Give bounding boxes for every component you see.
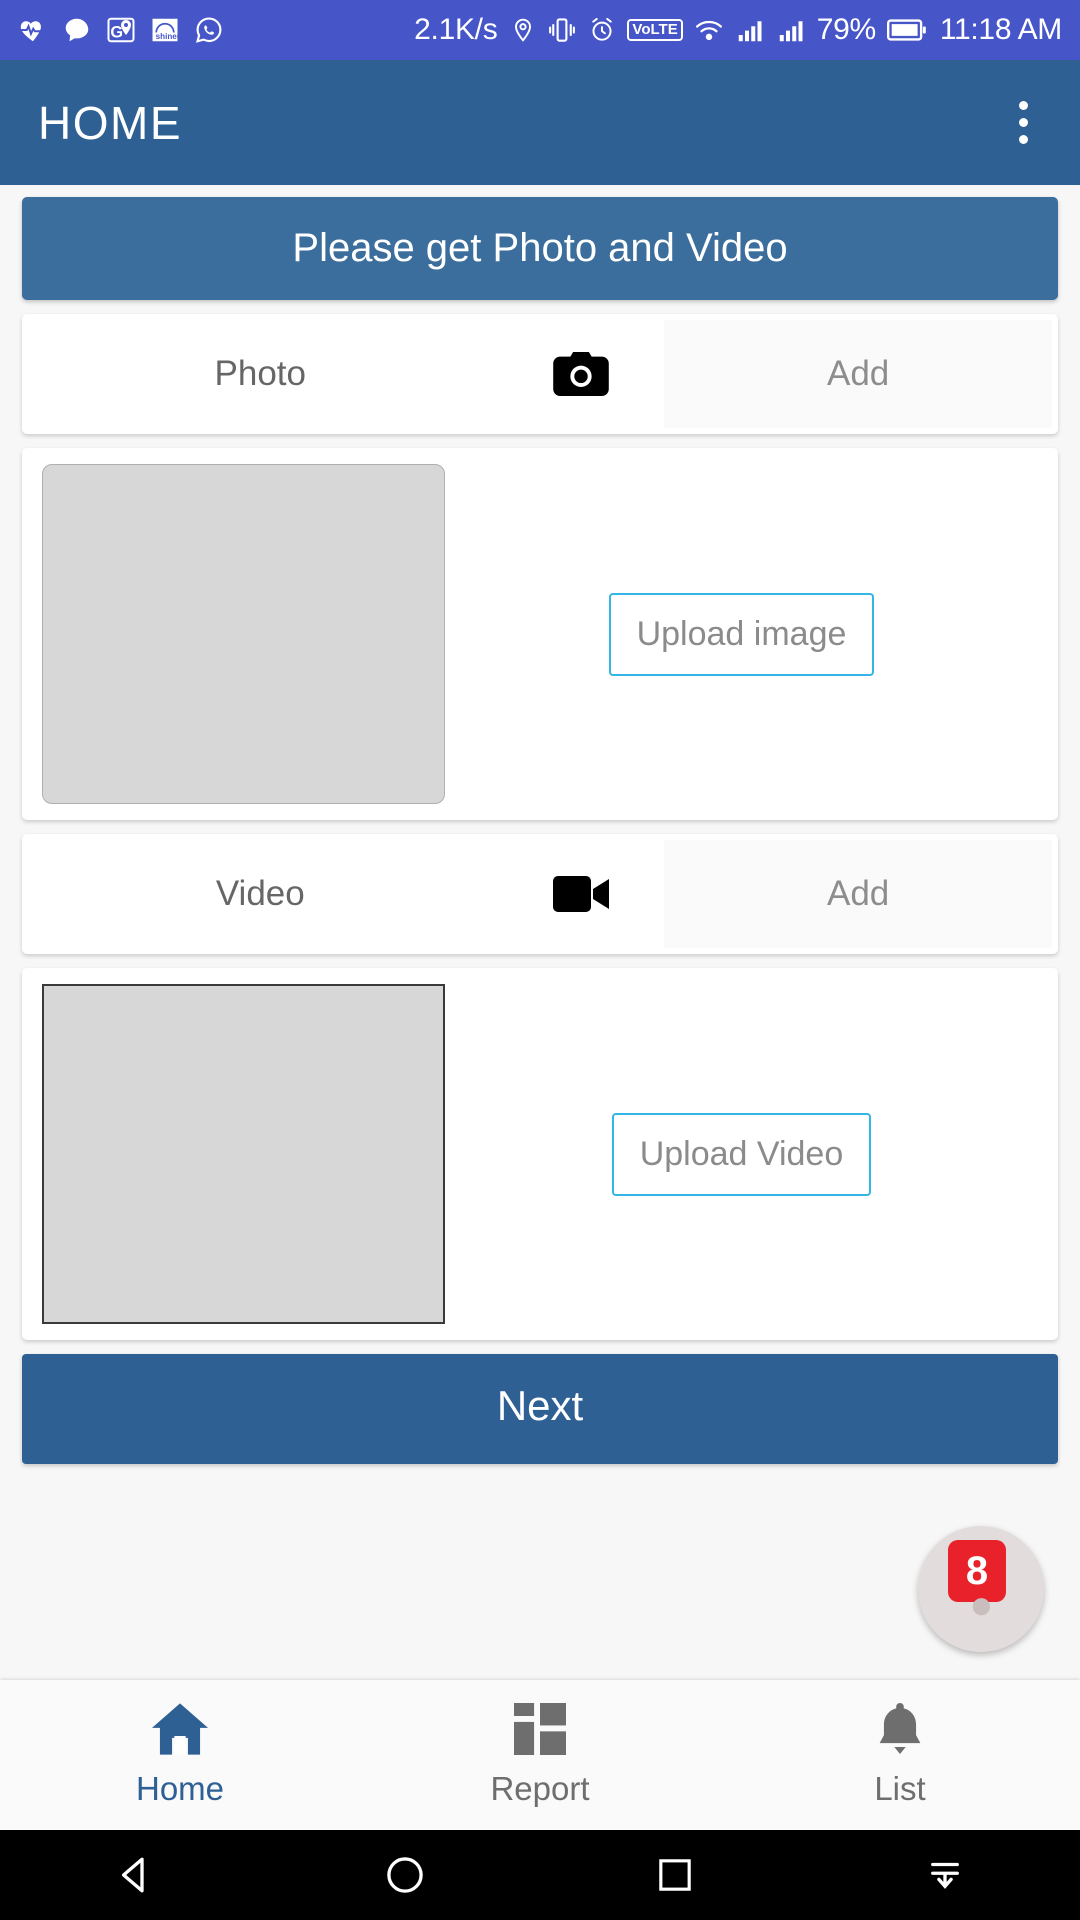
google-maps-icon: G (106, 15, 136, 45)
shineu-app-icon: shineu (150, 15, 180, 45)
video-upload-wrap: Upload Video (445, 1112, 1038, 1196)
upload-image-button[interactable]: Upload image (608, 592, 875, 676)
status-bar-system-icons: 2.1K/s VoLTE 79% 11:18 AM (414, 13, 1062, 47)
floating-action-button[interactable]: 8 ● (918, 1526, 1044, 1652)
page-title: HOME (38, 96, 182, 149)
app-bar: HOME (0, 60, 1080, 185)
signal-bars-icon (776, 15, 806, 45)
nav-item-list[interactable]: List (720, 1680, 1080, 1830)
battery-percent-label: 79% (816, 13, 876, 46)
photo-add-label: Add (827, 354, 890, 393)
nav-item-report[interactable]: Report (360, 1680, 720, 1830)
photo-label: Photo (214, 354, 306, 393)
menu-dot (1019, 118, 1028, 127)
svg-text:shineu: shineu (156, 32, 180, 41)
instruction-banner: Please get Photo and Video (22, 197, 1058, 300)
signal-bars-icon (735, 15, 765, 45)
whatsapp-icon (194, 15, 224, 45)
battery-icon (886, 17, 927, 43)
more-vertical-icon[interactable] (1005, 91, 1042, 154)
menu-dot (1019, 101, 1028, 110)
photo-thumbnail[interactable] (42, 464, 445, 804)
video-thumbnail[interactable] (42, 984, 445, 1324)
video-add-button[interactable]: Add (664, 840, 1052, 948)
heart-pulse-icon (18, 15, 48, 45)
report-grid-icon (514, 1702, 566, 1760)
vibrate-icon (547, 15, 577, 45)
video-preview-card: Upload Video (22, 968, 1058, 1340)
chat-bubble-icon (62, 15, 92, 45)
nav-label-home: Home (135, 1769, 225, 1807)
video-row: Video Add (22, 834, 1058, 954)
main-content: Please get Photo and Video Photo Add Upl… (0, 185, 1080, 1740)
photo-row: Photo Add (22, 314, 1058, 434)
bottom-navigation: Home Report List (0, 1680, 1080, 1830)
menu-dot (1019, 135, 1028, 144)
nav-label-list: List (874, 1769, 926, 1807)
photo-add-button[interactable]: Add (664, 320, 1052, 428)
upload-video-button[interactable]: Upload Video (611, 1112, 872, 1196)
instruction-banner-text: Please get Photo and Video (292, 226, 788, 270)
camera-icon[interactable] (499, 314, 665, 434)
home-icon (152, 1702, 208, 1760)
next-button[interactable]: Next (22, 1354, 1058, 1464)
nav-label-report: Report (490, 1769, 590, 1807)
home-circle-icon[interactable] (345, 1830, 465, 1920)
network-speed-label: 2.1K/s (414, 13, 498, 46)
status-bar-notification-icons: G shineu (18, 15, 224, 45)
alarm-icon (588, 15, 616, 45)
upload-image-label: Upload image (636, 614, 847, 653)
status-bar: G shineu 2.1K/s VoLTE 79% 11:18 AM (0, 0, 1080, 60)
video-label: Video (215, 874, 305, 913)
location-icon (510, 15, 536, 45)
next-button-label: Next (496, 1382, 584, 1429)
clock-label: 11:18 AM (939, 13, 1062, 46)
video-add-label: Add (827, 874, 890, 913)
svg-text:G: G (110, 24, 123, 42)
volte-indicator: VoLTE (627, 19, 683, 41)
recents-square-icon[interactable] (615, 1830, 735, 1920)
photo-upload-wrap: Upload image (445, 592, 1038, 676)
back-triangle-icon[interactable] (75, 1830, 195, 1920)
video-camera-icon[interactable] (499, 834, 665, 954)
photo-preview-card: Upload image (22, 448, 1058, 820)
hide-nav-icon[interactable] (885, 1830, 1005, 1920)
wifi-icon (694, 15, 724, 45)
nav-item-home[interactable]: Home (0, 1680, 360, 1830)
upload-video-label: Upload Video (639, 1134, 844, 1173)
android-navigation-bar (0, 1830, 1080, 1920)
bell-icon (876, 1702, 924, 1760)
